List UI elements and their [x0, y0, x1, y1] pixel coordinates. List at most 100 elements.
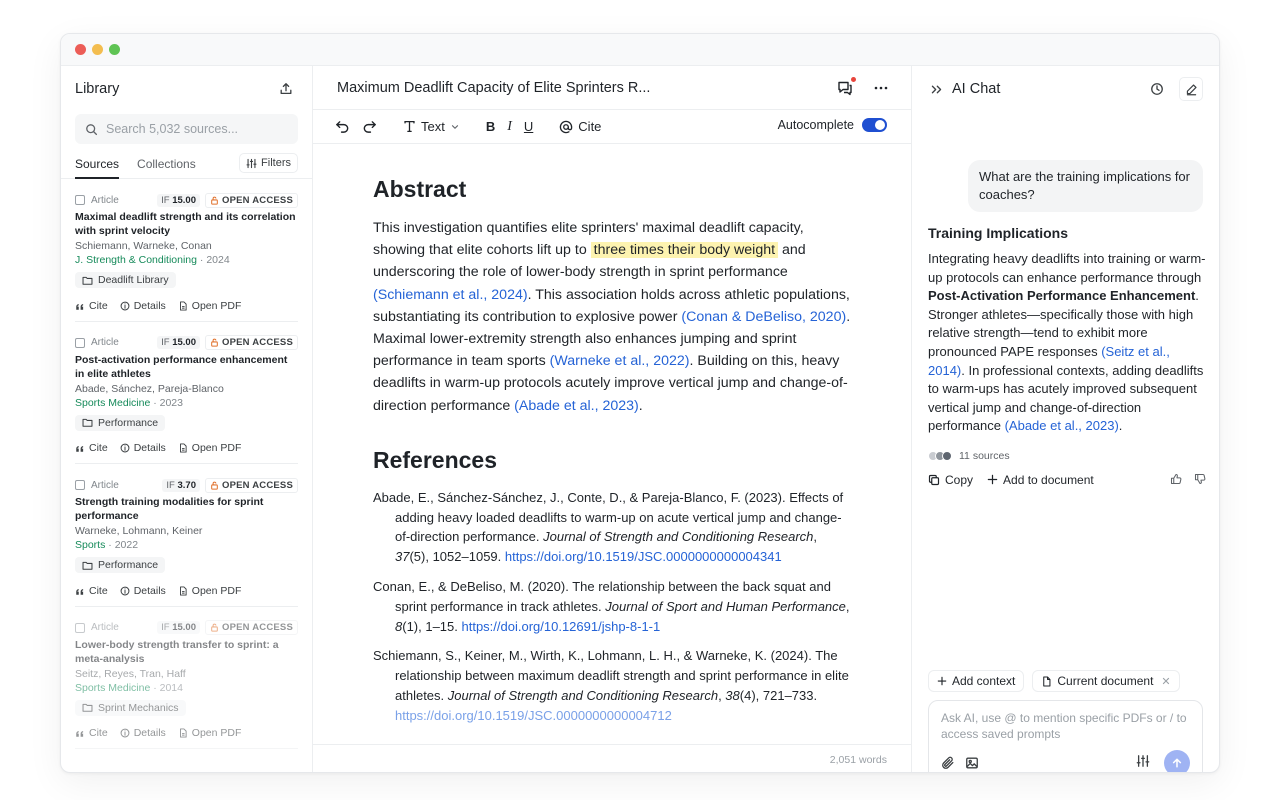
source-title[interactable]: Post-activation performance enhancement …: [75, 353, 297, 381]
cite-source-button[interactable]: Cite: [75, 300, 108, 312]
open-pdf-label: Open PDF: [191, 727, 242, 739]
bold-term: Post-Activation Performance Enhancement: [928, 288, 1196, 304]
source-card[interactable]: Article IF 3.70 OPEN ACCESS Strength traini…: [75, 464, 298, 607]
source-checkbox[interactable]: [75, 195, 85, 205]
library-search: [75, 114, 298, 144]
folder-chip[interactable]: Performance: [75, 414, 166, 431]
impact-factor-badge: IF 3.70: [162, 478, 200, 492]
open-pdf-button[interactable]: Open PDF: [178, 727, 242, 739]
folder-chip[interactable]: Performance: [75, 557, 166, 573]
redo-button[interactable]: [362, 119, 377, 134]
folder-chip[interactable]: Deadlift Library: [75, 272, 176, 288]
send-button[interactable]: [1164, 750, 1190, 772]
add-context-button[interactable]: Add context: [928, 670, 1025, 692]
tab-sources[interactable]: Sources: [75, 157, 120, 179]
thumbs-down-button[interactable]: [1194, 473, 1206, 488]
unlock-icon: [211, 481, 218, 490]
citation-link[interactable]: (Warneke et al., 2022): [550, 353, 690, 369]
chat-input[interactable]: [941, 710, 1190, 746]
copy-button[interactable]: Copy: [928, 473, 973, 487]
citation-link[interactable]: (Abade et al., 2023): [514, 398, 639, 414]
app-window: Library Sources Collections Filters Arti…: [60, 33, 1220, 773]
paperclip-icon: [942, 756, 954, 769]
source-year: · 2023: [153, 396, 183, 409]
close-window-button[interactable]: [75, 44, 86, 55]
library-panel: Library Sources Collections Filters Arti…: [61, 66, 313, 772]
open-pdf-button[interactable]: Open PDF: [178, 585, 241, 597]
open-access-label: OPEN ACCESS: [221, 337, 293, 348]
reference-doi-link[interactable]: https://doi.org/10.1519/JSC.000000000000…: [395, 708, 672, 723]
folder-chip[interactable]: Sprint Mechanics: [75, 699, 186, 716]
cite-button[interactable]: Cite: [559, 119, 601, 134]
reference-doi-link[interactable]: https://doi.org/10.1519/JSC.000000000000…: [505, 549, 782, 564]
details-button[interactable]: Details: [120, 442, 166, 454]
cite-label: Cite: [578, 119, 602, 134]
image-button[interactable]: [965, 756, 979, 772]
undo-button[interactable]: [335, 119, 350, 134]
source-title[interactable]: Strength training modalities for sprint …: [75, 495, 297, 523]
attach-button[interactable]: [941, 756, 955, 772]
current-document-chip[interactable]: Current document ✕: [1032, 670, 1180, 692]
citation-link[interactable]: (Conan & DeBeliso, 2020): [681, 309, 846, 325]
document-body[interactable]: Abstract This investigation quantifies e…: [313, 144, 911, 744]
details-button[interactable]: Details: [120, 585, 166, 597]
export-button[interactable]: [274, 77, 298, 101]
autocomplete-label: Autocomplete: [777, 118, 854, 132]
source-card[interactable]: Article IF 15.00 OPEN ACCESS Post-activatio…: [75, 322, 298, 464]
text-style-dropdown[interactable]: Text: [403, 119, 460, 134]
source-type: Article: [91, 194, 119, 206]
text-style-label: Text: [421, 119, 445, 134]
tab-collections[interactable]: Collections: [137, 157, 196, 179]
references-heading: References: [373, 446, 498, 473]
text-run: Integrating heavy deadlifts into trainin…: [928, 251, 1206, 285]
open-pdf-button[interactable]: Open PDF: [178, 442, 242, 454]
cite-label: Cite: [89, 442, 108, 454]
chat-composer: [928, 700, 1203, 773]
open-pdf-button[interactable]: Open PDF: [178, 300, 241, 312]
open-pdf-label: Open PDF: [191, 442, 242, 454]
minimize-window-button[interactable]: [92, 44, 103, 55]
source-type: Article: [91, 337, 119, 348]
add-context-label: Add context: [952, 674, 1016, 688]
chat-title: AI Chat: [952, 81, 1001, 97]
history-button[interactable]: [1145, 77, 1169, 101]
details-button[interactable]: Details: [120, 727, 166, 739]
prompt-settings-button[interactable]: [1136, 754, 1150, 773]
source-card[interactable]: Article IF 15.00 OPEN ACCESS Lower-body str…: [75, 607, 298, 749]
add-to-document-button[interactable]: Add to document: [987, 473, 1094, 487]
collapse-chat-button[interactable]: [928, 77, 944, 101]
source-checkbox[interactable]: [75, 480, 85, 490]
underline-button[interactable]: U: [524, 119, 533, 134]
reference-separator: ,: [845, 598, 850, 614]
citation-link[interactable]: (Schiemann et al., 2024): [373, 287, 528, 303]
new-chat-button[interactable]: [1179, 77, 1203, 101]
source-checkbox[interactable]: [75, 622, 85, 633]
bold-button[interactable]: B: [486, 119, 495, 134]
document-title[interactable]: Maximum Deadlift Capacity of Elite Sprin…: [337, 80, 650, 96]
more-options-button[interactable]: [869, 76, 893, 100]
reference-doi-link[interactable]: https://doi.org/10.12691/jshp-8-1-1: [462, 619, 661, 634]
impact-factor-badge: IF 15.00: [157, 621, 200, 634]
cite-source-button[interactable]: Cite: [75, 727, 108, 739]
info-icon: [120, 443, 130, 453]
italic-button[interactable]: I: [507, 119, 512, 135]
remove-context-icon[interactable]: ✕: [1161, 675, 1170, 688]
source-card[interactable]: Article IF 15.00 OPEN ACCESS Maximal deadli…: [75, 179, 298, 322]
source-title[interactable]: Maximal deadlift strength and its correl…: [75, 210, 297, 238]
comments-button[interactable]: [833, 76, 857, 100]
sources-indicator[interactable]: 11 sources: [928, 450, 1206, 462]
cite-source-button[interactable]: Cite: [75, 585, 108, 597]
ai-chat-panel: AI Chat What are the training implicatio…: [912, 66, 1219, 773]
source-title[interactable]: Lower-body strength transfer to sprint: …: [75, 638, 297, 666]
maximize-window-button[interactable]: [109, 44, 120, 55]
citation-link[interactable]: (Abade et al., 2023): [1005, 418, 1119, 433]
thumbs-up-button[interactable]: [1170, 473, 1182, 488]
source-checkbox[interactable]: [75, 337, 85, 348]
source-journal: J. Strength & Conditioning: [75, 254, 197, 266]
library-search-input[interactable]: [106, 122, 286, 136]
cite-source-button[interactable]: Cite: [75, 442, 108, 454]
autocomplete-toggle[interactable]: [862, 118, 887, 132]
filters-button[interactable]: Filters: [239, 153, 298, 173]
thumbs-down-icon: [1194, 473, 1206, 484]
details-button[interactable]: Details: [120, 300, 166, 312]
